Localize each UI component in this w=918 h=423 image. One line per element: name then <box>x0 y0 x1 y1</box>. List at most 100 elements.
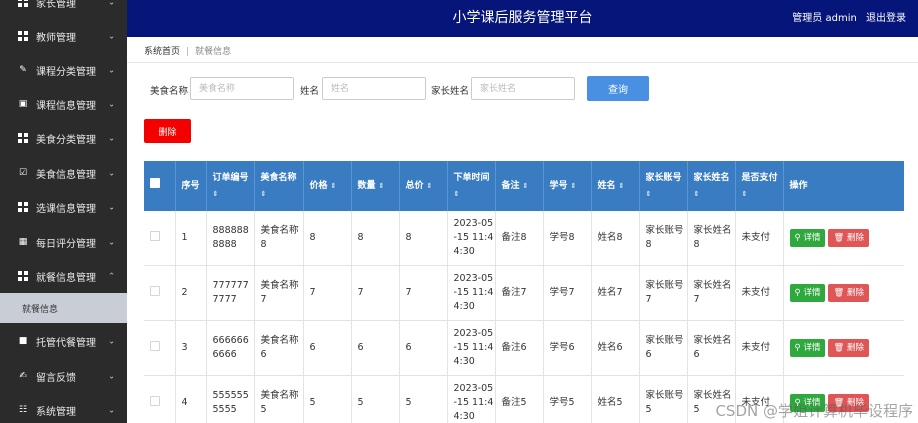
col-header-note[interactable]: 备注 ⇕ <box>495 161 544 211</box>
sidebar-item-parent[interactable]: 家长管理 ⌄ <box>0 0 127 19</box>
row-checkbox[interactable] <box>150 395 160 406</box>
sidebar-item-system[interactable]: ☷ 系统管理 ⌄ <box>0 393 127 423</box>
food-name-input[interactable] <box>190 77 294 100</box>
student-name-label: 姓名 <box>300 86 320 97</box>
chevron-down-icon: ⌄ <box>108 133 115 143</box>
checklist-icon: ☑ <box>18 168 28 178</box>
sort-icon[interactable]: ⇕ <box>619 182 625 190</box>
sort-icon[interactable]: ⇕ <box>427 182 433 190</box>
col-header-student-id[interactable]: 学号 ⇕ <box>543 161 592 211</box>
cell-no: 3 <box>175 320 207 376</box>
cell-name: 姓名5 <box>591 375 640 423</box>
logout-link[interactable]: 退出登录 <box>866 13 906 24</box>
sort-icon[interactable]: ⇕ <box>571 182 577 190</box>
sidebar: 家长管理 ⌄ 教师管理 ⌄ ✎ 课程分类管理 ⌄ ▣ 课程信息管理 ⌄ 美食分类… <box>0 0 127 423</box>
cell-qty: 8 <box>351 211 400 266</box>
row-select-cell <box>144 265 176 321</box>
sort-icon[interactable]: ⇕ <box>523 182 529 190</box>
cell-total: 8 <box>399 211 448 266</box>
student-name-input[interactable] <box>322 77 426 100</box>
chevron-down-icon: ⌄ <box>108 237 115 247</box>
col-header-parent-name[interactable]: 家长姓名 ⇕ <box>687 161 736 211</box>
cell-time: 2023-05-15 11:44:30 <box>447 320 496 376</box>
sidebar-item-teacher[interactable]: 教师管理 ⌄ <box>0 19 127 53</box>
col-header-food[interactable]: 美食名称 ⇕ <box>254 161 304 211</box>
sidebar-item-label: 美食分类管理 <box>36 134 96 146</box>
parent-name-input[interactable] <box>471 77 575 100</box>
col-header-order[interactable]: 订单编号 ⇕ <box>206 161 255 211</box>
query-button[interactable]: 查询 <box>587 76 649 101</box>
col-header-time[interactable]: 下单时间 ⇕ <box>447 161 496 211</box>
sort-icon[interactable]: ⇕ <box>331 182 337 190</box>
cell-food: 美食名称5 <box>254 375 304 423</box>
row-checkbox[interactable] <box>150 340 160 351</box>
sidebar-item-label: 课程分类管理 <box>36 66 96 78</box>
cell-time: 2023-05-15 11:44:30 <box>447 211 496 266</box>
user-area: 管理员 admin 退出登录 <box>786 0 906 37</box>
sort-icon[interactable]: ⇕ <box>379 182 385 190</box>
row-delete-button[interactable]: 🗑 删除 <box>828 229 869 247</box>
cell-name: 姓名6 <box>591 320 640 376</box>
sidebar-item-feedback[interactable]: ✍ 留言反馈 ⌄ <box>0 359 127 393</box>
pencil-icon: ✎ <box>19 65 27 75</box>
table-row: 3 6666666666 美食名称6 6 6 6 2023-05-15 11:4… <box>144 320 904 376</box>
detail-button[interactable]: ⚲ 详情 <box>789 339 826 357</box>
trash-icon: 🗑 <box>833 233 847 243</box>
cell-parent-name: 家长姓名8 <box>687 211 736 266</box>
col-header-no: 序号 <box>175 161 207 211</box>
select-all-checkbox[interactable] <box>150 178 160 188</box>
sort-icon[interactable]: ⇕ <box>261 186 303 202</box>
sort-icon[interactable]: ⇕ <box>646 186 687 202</box>
chevron-down-icon: ⌄ <box>108 202 115 212</box>
cell-food: 美食名称8 <box>254 211 304 266</box>
detail-button[interactable]: ⚲ 详情 <box>789 284 826 302</box>
sidebar-item-food-info[interactable]: ☑ 美食信息管理 ⌄ <box>0 156 127 190</box>
comment-icon: ■ <box>18 336 28 346</box>
sidebar-item-dining[interactable]: 就餐信息管理 ⌃ <box>0 259 127 293</box>
sort-icon[interactable]: ⇕ <box>742 186 783 202</box>
cell-student-id: 学号6 <box>543 320 592 376</box>
batch-delete-button[interactable]: 删除 <box>144 119 191 143</box>
row-checkbox[interactable] <box>150 230 160 241</box>
cell-no: 2 <box>175 265 207 321</box>
cell-price: 6 <box>303 320 352 376</box>
chevron-down-icon: ⌄ <box>108 371 115 381</box>
chevron-down-icon: ⌄ <box>108 0 115 7</box>
col-header-price[interactable]: 价格 ⇕ <box>303 161 352 211</box>
cell-food: 美食名称6 <box>254 320 304 376</box>
row-checkbox[interactable] <box>150 285 160 296</box>
food-name-label: 美食名称 <box>150 86 189 97</box>
breadcrumb-home[interactable]: 系统首页 <box>144 47 180 57</box>
sidebar-item-course-info[interactable]: ▣ 课程信息管理 ⌄ <box>0 87 127 121</box>
cell-parent-name: 家长姓名6 <box>687 320 736 376</box>
col-header-name[interactable]: 姓名 ⇕ <box>591 161 640 211</box>
col-header-paid[interactable]: 是否支付 ⇕ <box>735 161 784 211</box>
grid-icon <box>18 133 28 143</box>
col-header-qty[interactable]: 数量 ⇕ <box>351 161 400 211</box>
sort-icon[interactable]: ⇕ <box>454 186 495 202</box>
col-header-actions: 操作 <box>783 161 904 211</box>
cell-student-id: 学号5 <box>543 375 592 423</box>
detail-button[interactable]: ⚲ 详情 <box>789 229 826 247</box>
cell-total: 6 <box>399 320 448 376</box>
sidebar-item-care-meal[interactable]: ■ 托管代餐管理 ⌄ <box>0 324 127 358</box>
chevron-down-icon: ⌄ <box>108 99 115 109</box>
sidebar-item-label: 教师管理 <box>36 32 76 44</box>
table-header-row: 序号 订单编号 ⇕ 美食名称 ⇕ 价格 ⇕ 数量 ⇕ 总价 ⇕ 下单时间 ⇕ 备注 ⇕ 学号 ⇕… <box>144 161 904 211</box>
cell-food: 美食名称7 <box>254 265 304 321</box>
sort-icon[interactable]: ⇕ <box>694 186 735 202</box>
sort-icon[interactable]: ⇕ <box>213 186 254 202</box>
row-delete-button[interactable]: 🗑 删除 <box>828 339 869 357</box>
divider <box>127 62 918 63</box>
col-header-parent-account[interactable]: 家长账号 ⇕ <box>639 161 688 211</box>
cell-order: 5555555555 <box>206 375 255 423</box>
sidebar-subitem-dining-info[interactable]: 就餐信息 <box>0 293 127 323</box>
cell-parent-account: 家长账号5 <box>639 375 688 423</box>
sidebar-item-course-selection[interactable]: 选课信息管理 ⌄ <box>0 190 127 224</box>
col-header-total[interactable]: 总价 ⇕ <box>399 161 448 211</box>
sidebar-item-daily-rating[interactable]: ▦ 每日评分管理 ⌄ <box>0 225 127 259</box>
sidebar-item-label: 美食信息管理 <box>36 169 96 181</box>
row-delete-button[interactable]: 🗑 删除 <box>828 284 869 302</box>
sidebar-item-food-category[interactable]: 美食分类管理 ⌄ <box>0 121 127 155</box>
sidebar-item-course-category[interactable]: ✎ 课程分类管理 ⌄ <box>0 53 127 87</box>
